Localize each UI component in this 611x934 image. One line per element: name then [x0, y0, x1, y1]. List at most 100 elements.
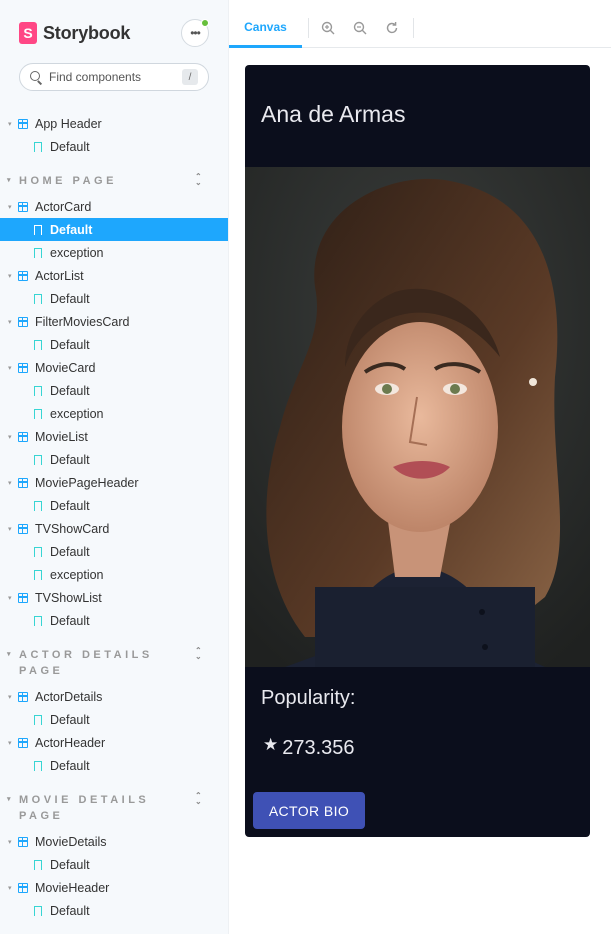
sidebar-story[interactable]: exception	[0, 402, 228, 425]
sidebar-story[interactable]: Default	[0, 135, 228, 158]
bookmark-icon	[34, 859, 42, 873]
sidebar-component[interactable]: ▾ MovieHeader	[0, 876, 228, 899]
bookmark-icon	[34, 905, 42, 919]
sidebar-story[interactable]: Default	[0, 379, 228, 402]
sidebar-story-label: Default	[50, 291, 90, 306]
chevron-down-icon: ▾	[8, 433, 12, 441]
bookmark-icon	[34, 141, 42, 155]
sidebar-story-label: Default	[50, 139, 90, 154]
chevron-down-icon: ▾	[8, 884, 12, 892]
bookmark-icon	[34, 454, 42, 468]
sidebar-group-header[interactable]: ▾ ACTOR DETAILS PAGE ⌃⌄	[0, 647, 228, 679]
chevron-down-icon: ▾	[8, 525, 12, 533]
actor-name: Ana de Armas	[261, 101, 406, 127]
sidebar-story[interactable]: Default	[0, 540, 228, 563]
chevron-down-icon: ▾	[7, 651, 11, 658]
zoom-in-button[interactable]	[318, 18, 338, 38]
actor-photo	[245, 167, 590, 667]
sidebar-story-label: Default	[50, 758, 90, 773]
search-icon	[30, 70, 43, 84]
toolbar-divider	[308, 18, 309, 38]
sidebar-component-label: MovieList	[35, 429, 88, 444]
brand[interactable]: S Storybook	[19, 22, 130, 44]
sidebar-group-header[interactable]: ▾ MOVIE DETAILS PAGE ⌃⌄	[0, 792, 228, 824]
sidebar-component-label: MovieCard	[35, 360, 96, 375]
sidebar-story-label: Default	[50, 903, 90, 918]
sidebar-component[interactable]: ▾ ActorList	[0, 264, 228, 287]
sidebar-story[interactable]: Default	[0, 609, 228, 632]
storybook-logo-icon: S	[19, 22, 37, 44]
bookmark-icon	[34, 615, 42, 629]
bookmark-icon	[34, 247, 42, 261]
update-indicator-dot	[201, 19, 209, 27]
search-box[interactable]: /	[19, 63, 209, 91]
sidebar-component[interactable]: ▾ TVShowList	[0, 586, 228, 609]
sidebar-group-title: HOME PAGE	[19, 175, 117, 187]
sidebar-component[interactable]: ▾ ActorDetails	[0, 685, 228, 708]
sidebar-component-label: MoviePageHeader	[35, 475, 139, 490]
tab-canvas[interactable]: Canvas	[229, 8, 302, 48]
bookmark-icon	[34, 760, 42, 774]
sidebar-story-label: Default	[50, 857, 90, 872]
zoom-reset-button[interactable]	[382, 18, 402, 38]
sidebar-story[interactable]: Default	[0, 853, 228, 876]
sidebar-story[interactable]: Default	[0, 494, 228, 517]
sidebar-story[interactable]: Default	[0, 754, 228, 777]
sidebar-component[interactable]: ▾ App Header	[0, 112, 228, 135]
sidebar-component[interactable]: ▾ MovieDetails	[0, 830, 228, 853]
component-icon	[18, 118, 28, 129]
collapse-all-icon[interactable]: ⌃⌄	[195, 792, 203, 806]
search-input[interactable]	[49, 70, 169, 84]
bookmark-icon	[34, 408, 42, 422]
sidebar-component-label: ActorCard	[35, 199, 92, 214]
sidebar-component[interactable]: ▾ ActorHeader	[0, 731, 228, 754]
sidebar-component[interactable]: ▾ MovieCard	[0, 356, 228, 379]
sidebar-story[interactable]: Default	[0, 287, 228, 310]
sidebar-group-header[interactable]: ▾ HOME PAGE ⌃⌄	[0, 173, 228, 189]
popularity-rating: ★ 273.356	[263, 734, 355, 760]
component-icon	[18, 201, 28, 212]
component-icon	[18, 836, 28, 847]
chevron-down-icon: ▾	[8, 272, 12, 280]
popularity-value: 273.356	[282, 737, 355, 759]
sidebar: S Storybook ••• / ▾ App Header Default ▾ HOM…	[0, 0, 229, 934]
bookmark-icon	[34, 569, 42, 583]
collapse-all-icon[interactable]: ⌃⌄	[195, 173, 203, 187]
zoom-out-button[interactable]	[350, 18, 370, 38]
sidebar-component[interactable]: ▾ MoviePageHeader	[0, 471, 228, 494]
sidebar-story[interactable]: exception	[0, 241, 228, 264]
sidebar-story[interactable]: Default	[0, 899, 228, 922]
sidebar-story[interactable]: Default	[0, 708, 228, 731]
collapse-all-icon[interactable]: ⌃⌄	[195, 647, 203, 661]
sidebar-component[interactable]: ▾ TVShowCard	[0, 517, 228, 540]
sidebar-story[interactable]: Default	[0, 218, 228, 241]
chevron-down-icon: ▾	[8, 318, 12, 326]
popularity-label: Popularity:	[261, 687, 356, 709]
component-icon	[18, 362, 28, 373]
sidebar-component-label: MovieHeader	[35, 880, 110, 895]
chevron-down-icon: ▾	[8, 739, 12, 747]
sidebar-story[interactable]: exception	[0, 563, 228, 586]
settings-menu-button[interactable]: •••	[181, 19, 209, 47]
star-icon: ★	[263, 734, 279, 754]
chevron-down-icon: ▾	[8, 203, 12, 211]
sidebar-component-label: FilterMoviesCard	[35, 314, 130, 329]
sidebar-component-label: ActorList	[35, 268, 84, 283]
component-icon	[18, 316, 28, 327]
sidebar-component[interactable]: ▾ MovieList	[0, 425, 228, 448]
component-icon	[18, 737, 28, 748]
sidebar-component[interactable]: ▾ FilterMoviesCard	[0, 310, 228, 333]
sidebar-story-label: Default	[50, 544, 90, 559]
actor-bio-button[interactable]: ACTOR BIO	[253, 792, 365, 829]
chevron-down-icon: ▾	[7, 796, 11, 803]
bookmark-icon	[34, 339, 42, 353]
sidebar-group-title: ACTOR DETAILS PAGE	[19, 649, 153, 677]
sidebar-story[interactable]: Default	[0, 448, 228, 471]
actor-card: Ana de Armas Popularity: ★ 273.356 ACTOR…	[245, 65, 590, 837]
brand-title: Storybook	[43, 22, 131, 43]
sidebar-component[interactable]: ▾ ActorCard	[0, 195, 228, 218]
chevron-down-icon: ▾	[8, 479, 12, 487]
sidebar-story-label: Default	[50, 337, 90, 352]
chevron-down-icon: ▾	[8, 693, 12, 701]
sidebar-story[interactable]: Default	[0, 333, 228, 356]
